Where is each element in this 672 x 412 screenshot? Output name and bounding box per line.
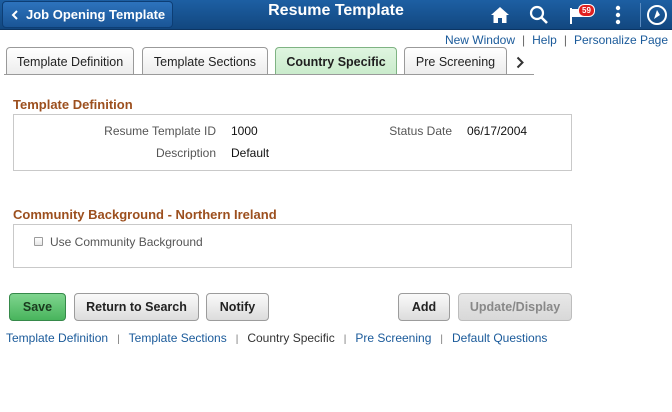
notification-flag-icon[interactable]: 59 xyxy=(566,3,595,27)
page-root: Job Opening Template Resume Template 59 … xyxy=(0,0,672,412)
help-link[interactable]: Help xyxy=(532,33,557,47)
return-to-search-label: Return to Search xyxy=(86,300,187,314)
tab-label: Template Definition xyxy=(16,54,124,69)
description-label: Description xyxy=(155,146,216,160)
link-separator: | xyxy=(563,33,567,47)
tab-template-sections[interactable]: Template Sections xyxy=(142,47,268,75)
new-window-link[interactable]: New Window xyxy=(445,33,515,47)
navbar-icon[interactable] xyxy=(645,3,669,27)
link-separator: | xyxy=(117,334,120,345)
add-label: Add xyxy=(411,300,437,314)
tab-label: Pre Screening xyxy=(415,54,496,69)
notify-label: Notify xyxy=(219,300,256,314)
actions-menu-icon[interactable] xyxy=(606,3,630,27)
tab-template-definition[interactable]: Template Definition xyxy=(6,47,134,75)
back-button[interactable]: Job Opening Template xyxy=(2,1,173,28)
bottom-link-template-sections[interactable]: Template Sections xyxy=(129,331,227,345)
description-value: Default xyxy=(231,146,270,160)
link-separator: | xyxy=(440,334,443,345)
notify-button[interactable]: Notify xyxy=(206,293,269,321)
search-icon[interactable] xyxy=(527,3,551,27)
update-display-label: Update/Display xyxy=(469,300,561,314)
back-button-label: Job Opening Template xyxy=(26,7,166,22)
bottom-link-template-definition[interactable]: Template Definition xyxy=(6,331,108,345)
use-community-background-checkbox[interactable] xyxy=(34,237,43,246)
use-community-background-label: Use Community Background xyxy=(50,235,203,249)
template-definition-heading: Template Definition xyxy=(13,97,133,112)
personalize-page-link[interactable]: Personalize Page xyxy=(574,33,668,47)
link-separator: | xyxy=(343,334,347,345)
top-banner: Job Opening Template Resume Template 59 xyxy=(0,0,672,30)
save-button[interactable]: Save xyxy=(9,293,66,321)
tab-label: Template Sections xyxy=(153,54,257,69)
tab-baseline xyxy=(4,74,534,75)
add-button[interactable]: Add xyxy=(398,293,450,321)
resume-template-id-label: Resume Template ID xyxy=(104,124,216,138)
header-divider xyxy=(640,3,641,27)
chevron-left-icon xyxy=(11,9,18,20)
tab-country-specific[interactable]: Country Specific xyxy=(275,47,397,75)
return-to-search-button[interactable]: Return to Search xyxy=(74,293,199,321)
bottom-link-country-specific-current: Country Specific xyxy=(247,331,335,345)
link-separator: | xyxy=(522,33,526,47)
community-background-heading: Community Background - Northern Ireland xyxy=(13,207,277,222)
tab-pre-screening[interactable]: Pre Screening xyxy=(404,47,507,75)
bottom-link-pre-screening[interactable]: Pre Screening xyxy=(355,331,431,345)
notification-count-badge: 59 xyxy=(578,4,595,17)
page-links: New Window | Help | Personalize Page xyxy=(445,33,668,47)
bottom-link-default-questions[interactable]: Default Questions xyxy=(452,331,547,345)
link-separator: | xyxy=(235,334,239,345)
template-definition-box xyxy=(13,114,572,171)
home-icon[interactable] xyxy=(488,3,512,27)
bottom-page-links: Template Definition | Template Sections | Co… xyxy=(6,331,547,345)
save-button-label: Save xyxy=(22,300,53,314)
update-display-button: Update/Display xyxy=(458,293,572,321)
tab-scroll-right-icon[interactable] xyxy=(510,51,530,73)
resume-template-id-value: 1000 xyxy=(231,124,258,138)
tab-label: Country Specific xyxy=(286,54,386,69)
status-date-value: 06/17/2004 xyxy=(467,124,528,138)
status-date-label: Status Date xyxy=(389,124,452,138)
